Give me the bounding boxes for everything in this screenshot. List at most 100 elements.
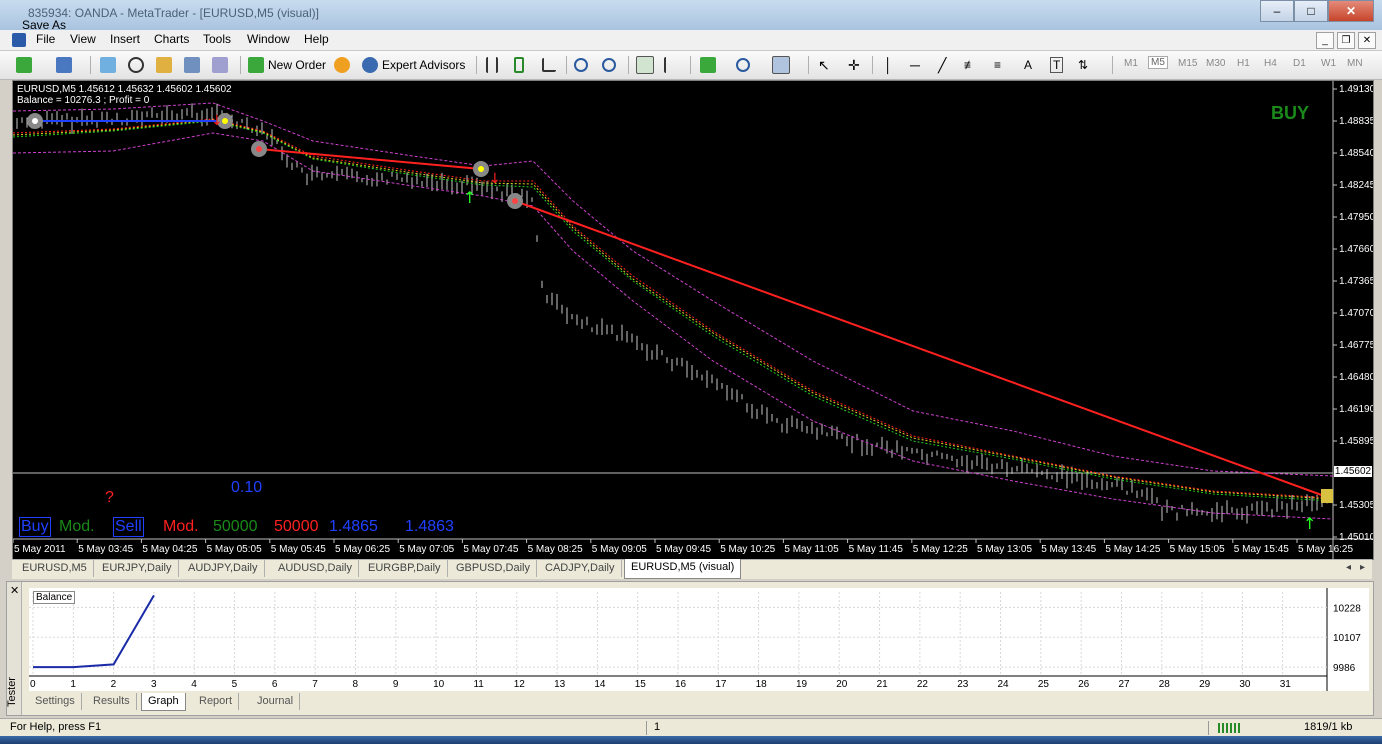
timeframe-m30[interactable]: M30 <box>1206 58 1225 69</box>
chart-tab-eurgbp[interactable]: EURGBP,Daily <box>362 560 448 577</box>
timeframe-h1[interactable]: H1 <box>1237 58 1250 69</box>
buy-button[interactable]: Buy <box>19 517 51 537</box>
menu-help[interactable]: Help <box>304 32 329 46</box>
price-tick-label: 1.46190 <box>1339 404 1373 415</box>
timeframe-m15[interactable]: M15 <box>1178 58 1197 69</box>
fibonacci-icon[interactable]: ≡ <box>994 58 1001 72</box>
chart-tab-audusd[interactable]: AUDUSD,Daily <box>272 560 359 577</box>
mdi-minimize-button[interactable]: _ <box>1316 32 1334 49</box>
navigator-icon[interactable] <box>156 57 172 73</box>
new-order-button[interactable]: New Order <box>248 54 326 76</box>
taskbar <box>0 736 1382 744</box>
modify-buy-button[interactable]: Mod. <box>59 517 95 537</box>
new-chart-icon[interactable] <box>16 57 32 73</box>
minimize-button[interactable]: – <box>1260 0 1294 22</box>
balance-x-tick: 3 <box>151 679 157 690</box>
title-bar: 835934: OANDA - MetaTrader - [EURUSD,M5 … <box>0 0 1382 32</box>
alert-icon[interactable] <box>334 57 350 73</box>
indicators-icon[interactable] <box>700 57 716 73</box>
tester-tab-journal[interactable]: Journal <box>251 693 301 710</box>
chart-tab-gbpusd[interactable]: GBPUSD,Daily <box>450 560 537 577</box>
auto-scroll-icon[interactable] <box>636 56 654 74</box>
chart-tab-eurusd-visual[interactable]: EURUSD,M5 (visual) <box>624 559 742 579</box>
line-chart-icon[interactable] <box>542 58 556 72</box>
balance-x-tick: 8 <box>353 679 359 690</box>
time-tick-label: 5 May 09:45 <box>656 544 711 555</box>
expert-advisors-button[interactable]: Expert Advisors <box>362 54 465 76</box>
chart-tab-cadjpy[interactable]: CADJPY,Daily <box>539 560 622 577</box>
text-label-icon[interactable]: T <box>1050 57 1064 73</box>
cursor-icon[interactable]: ↖ <box>818 57 830 74</box>
maximize-button[interactable]: □ <box>1294 0 1328 22</box>
balance-graph-label: Balance <box>33 591 76 604</box>
price-chart[interactable]: ↓ ↓ ↑ ↑ 1.49130 1.48835 1.48540 1.48245 1.47… <box>12 80 1374 560</box>
sell-button[interactable]: Sell <box>113 517 144 537</box>
chart-tab-eurusd-m5[interactable]: EURUSD,M5 <box>16 560 94 577</box>
crosshair-navigator-icon[interactable] <box>128 57 144 73</box>
mdi-restore-button[interactable]: ❐ <box>1337 32 1355 49</box>
tab-scroll-left-icon[interactable]: ◂ <box>1346 562 1351 573</box>
main-toolbar: New Order Expert Advisors ↖ ✛ │ ─ ╱ ≢ ≡ … <box>0 51 1382 80</box>
market-watch-icon[interactable] <box>100 57 116 73</box>
tester-tab-settings[interactable]: Settings <box>29 693 82 710</box>
tester-tab-results[interactable]: Results <box>87 693 137 710</box>
text-icon[interactable]: A <box>1024 58 1032 72</box>
balance-x-tick: 25 <box>1038 679 1050 690</box>
balance-y-tick: 9986 <box>1333 663 1356 674</box>
price-value-1: 1.4865 <box>329 518 378 535</box>
candlestick-icon[interactable] <box>514 57 524 73</box>
close-button[interactable]: ✕ <box>1328 0 1374 22</box>
horizontal-line-icon[interactable]: ─ <box>910 57 920 73</box>
price-tick-label: 1.48835 <box>1339 116 1373 127</box>
bar-chart-icon[interactable] <box>486 57 498 73</box>
menu-window[interactable]: Window <box>247 32 290 46</box>
zoom-in-icon[interactable] <box>574 58 588 72</box>
periods-clock-icon[interactable] <box>736 58 750 72</box>
arrows-icon[interactable]: ⇅ <box>1078 58 1088 72</box>
tester-tab-report[interactable]: Report <box>193 693 240 710</box>
templates-icon[interactable] <box>772 56 790 74</box>
trendline-icon[interactable]: ╱ <box>938 57 946 74</box>
menu-view[interactable]: View <box>70 32 96 46</box>
balance-x-tick: 15 <box>635 679 647 690</box>
zoom-out-icon[interactable] <box>602 58 616 72</box>
balance-x-tick: 12 <box>514 679 526 690</box>
strategy-tester-icon[interactable] <box>212 57 228 73</box>
timeframe-h4[interactable]: H4 <box>1264 58 1277 69</box>
vertical-line-icon[interactable]: │ <box>884 57 893 73</box>
time-tick-label: 5 May 09:05 <box>592 544 647 555</box>
menu-tools[interactable]: Tools <box>203 32 231 46</box>
price-tick-label: 1.47660 <box>1339 244 1373 255</box>
tab-scroll-right-icon[interactable]: ▸ <box>1360 562 1365 573</box>
time-tick-label: 5 May 15:05 <box>1170 544 1225 555</box>
chart-shift-icon[interactable] <box>664 57 678 73</box>
tester-tab-graph[interactable]: Graph <box>141 693 186 711</box>
window-title: 835934: OANDA - MetaTrader - [EURUSD,M5 … <box>28 6 319 20</box>
balance-x-tick: 0 <box>30 679 36 690</box>
timeframe-w1[interactable]: W1 <box>1321 58 1336 69</box>
profiles-icon[interactable] <box>56 57 72 73</box>
chart-tab-audjpy[interactable]: AUDJPY,Daily <box>182 560 265 577</box>
menu-insert[interactable]: Insert <box>110 32 140 46</box>
timeframe-mn[interactable]: MN <box>1347 58 1363 69</box>
time-tick-label: 5 May 03:45 <box>78 544 133 555</box>
price-tick-label: 1.45305 <box>1339 500 1373 511</box>
menu-file[interactable]: File <box>36 32 55 46</box>
terminal-icon[interactable] <box>184 57 200 73</box>
menu-charts[interactable]: Charts <box>154 32 189 46</box>
chart-tab-eurjpy[interactable]: EURJPY,Daily <box>96 560 179 577</box>
timeframe-m1[interactable]: M1 <box>1124 58 1138 69</box>
balance-x-tick: 29 <box>1199 679 1211 690</box>
price-tick-label: 1.47070 <box>1339 308 1373 319</box>
tester-close-icon[interactable]: ✕ <box>10 584 19 597</box>
mdi-close-button[interactable]: ✕ <box>1358 32 1376 49</box>
modify-sell-button[interactable]: Mod. <box>163 517 199 537</box>
balance-x-tick: 9 <box>393 679 399 690</box>
equidistant-channel-icon[interactable]: ≢ <box>964 58 976 72</box>
balance-x-tick: 27 <box>1118 679 1130 690</box>
crosshair-icon[interactable]: ✛ <box>848 57 860 74</box>
timeframe-d1[interactable]: D1 <box>1293 58 1306 69</box>
timeframe-m5[interactable]: M5 <box>1148 56 1168 69</box>
status-middle: 1 <box>654 721 661 733</box>
tester-sidebar: ✕ Tester <box>6 582 22 715</box>
